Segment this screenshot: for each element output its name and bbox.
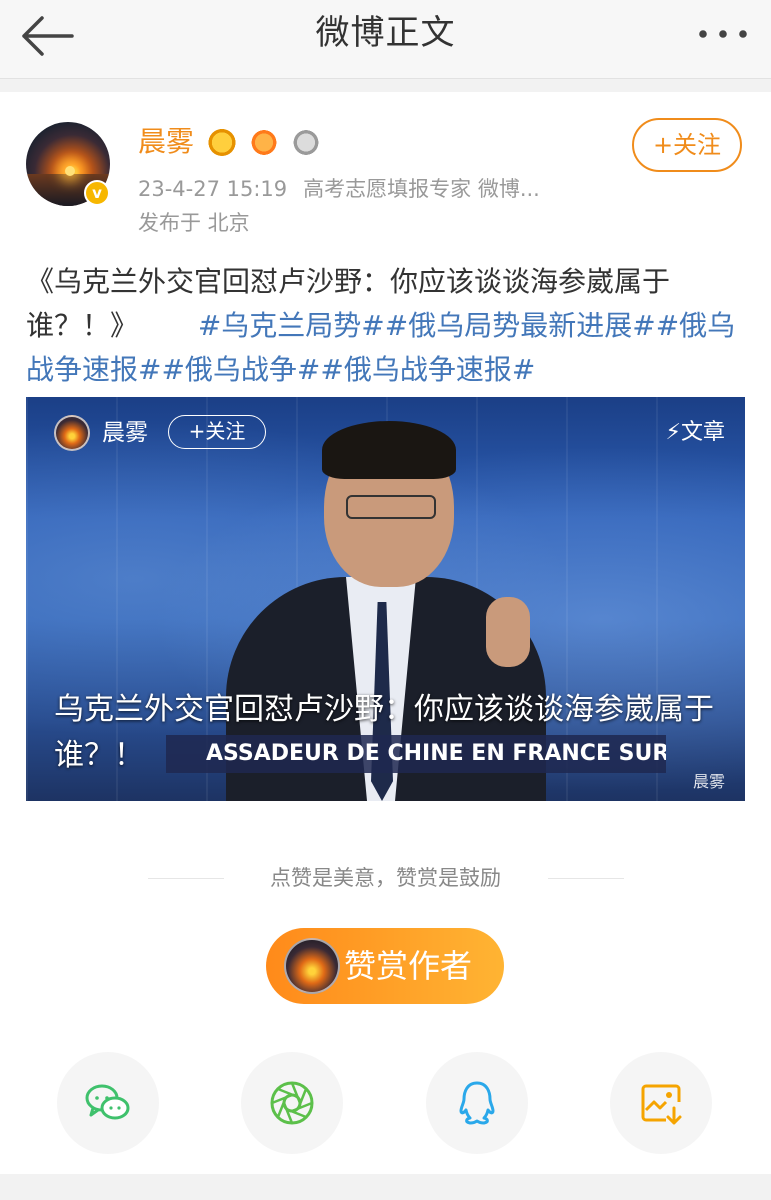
- post-body: 《乌克兰外交官回怼卢沙野：你应该谈谈海参崴属于谁？！》 #乌克兰局势##俄乌局势…: [26, 260, 746, 392]
- silver-medal-icon[interactable]: [291, 126, 321, 156]
- page-title: 微博正文: [315, 13, 456, 53]
- avatar-sun: [64, 165, 75, 176]
- save-image-icon: [641, 1084, 682, 1125]
- post-source: 高考志愿填报专家 微博...: [303, 177, 540, 201]
- post-timestamp: 23-4-27 15:19: [138, 177, 288, 201]
- author-name[interactable]: 晨雾: [138, 124, 194, 160]
- qq-icon: [459, 1081, 495, 1125]
- save-image-button[interactable]: [610, 1052, 712, 1154]
- post-meta: 23-4-27 15:19 高考志愿填报专家 微博...: [138, 174, 540, 204]
- reward-avatar: [284, 938, 340, 994]
- top-nav-bar: 微博正文: [0, 0, 771, 79]
- moments-icon: [270, 1081, 314, 1125]
- wechat-icon: [85, 1084, 130, 1120]
- post-location: 发布于 北京: [138, 211, 250, 235]
- hashtag-link[interactable]: #乌克兰局势#: [198, 309, 385, 342]
- verified-badge-icon: v: [84, 180, 110, 206]
- follow-button[interactable]: +关注: [632, 118, 742, 172]
- weibo-watermark: 晨雾: [693, 771, 725, 793]
- image-caption: 乌克兰外交官回怼卢沙野：你应该谈谈海参崴属于谁？！: [54, 692, 714, 773]
- share-qq-button[interactable]: [426, 1052, 528, 1154]
- post-card: v 晨雾 23-4-27 15:19 高考志愿填报专家 微博... 发布于 北京 …: [0, 92, 771, 1174]
- overlay-avatar[interactable]: [54, 415, 90, 451]
- watermark-text: 晨雾: [692, 772, 725, 791]
- hashtag-link[interactable]: #俄乌战争#: [161, 353, 320, 386]
- hashtag-link[interactable]: #俄乌局势最新进展#: [385, 309, 656, 342]
- hashtag-link[interactable]: #俄乌战争速报#: [320, 353, 535, 386]
- share-wechat-button[interactable]: [57, 1052, 159, 1154]
- share-row: [0, 1052, 771, 1156]
- more-options-button[interactable]: [693, 14, 753, 54]
- speaker-hand: [486, 597, 530, 667]
- overlay-author-name[interactable]: 晨雾: [102, 415, 148, 451]
- speaker-hair: [322, 421, 456, 479]
- post-image[interactable]: ASSADEUR DE CHINE EN FRANCE SUR BFMTV 晨雾…: [26, 397, 745, 801]
- reward-author-button[interactable]: 赞赏作者: [266, 928, 504, 1004]
- article-link[interactable]: ⚡文章: [666, 417, 725, 449]
- reward-button-label: 赞赏作者: [344, 947, 473, 985]
- gold-medal-icon[interactable]: [207, 126, 237, 156]
- reward-tip: 点赞是美意，赞赏是鼓励: [270, 866, 501, 890]
- share-moments-button[interactable]: [241, 1052, 343, 1154]
- overlay-follow-button[interactable]: +关注: [168, 415, 266, 449]
- fish-badge-icon[interactable]: [249, 126, 279, 156]
- more-dots-icon: [699, 30, 747, 38]
- speaker-glasses: [346, 495, 436, 519]
